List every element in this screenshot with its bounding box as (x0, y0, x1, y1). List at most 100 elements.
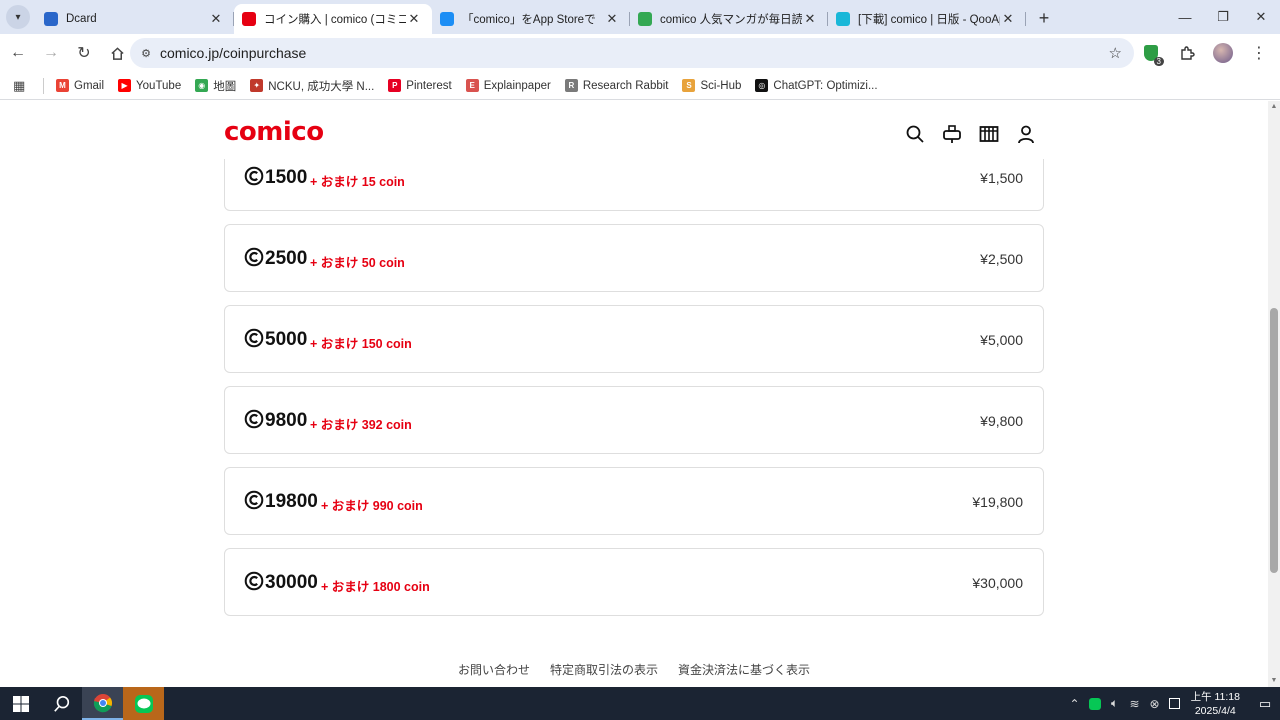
minimize-button[interactable]: — (1166, 0, 1204, 34)
scroll-up-arrow-icon[interactable]: ▲ (1270, 103, 1278, 111)
back-button[interactable]: ← (3, 38, 33, 68)
bookmark-item[interactable]: E Explainpaper (465, 79, 551, 92)
coin-icon (244, 247, 264, 267)
clock[interactable]: 上午 11:18 2025/4/4 (1191, 690, 1240, 718)
taskbar-chrome[interactable] (82, 687, 123, 720)
scroll-down-arrow-icon[interactable]: ▼ (1270, 677, 1278, 685)
tab-search-button[interactable]: ▾ (6, 5, 30, 29)
minimize-icon: — (1178, 9, 1192, 25)
browser-menu-button[interactable]: ⋮ (1244, 38, 1274, 68)
package-price: ¥1,500 (980, 170, 1023, 186)
web-page: comico 1500 + おまけ 15 coin ¥1,500 2500 + おまけ … (0, 101, 1268, 687)
reload-button[interactable]: ↻ (69, 38, 99, 68)
bookshelf-button[interactable] (976, 121, 1002, 147)
bookmark-item[interactable]: ◉ 地圖 (195, 78, 236, 94)
line-tray-icon[interactable] (1085, 694, 1105, 714)
page-scrollbar[interactable]: ▲ ▼ (1268, 101, 1280, 687)
browser-tab[interactable]: [下載] comico | 日版 - QooApp ✕ (828, 4, 1026, 34)
footer-link[interactable]: 資金決済法に基づく表示 (678, 661, 810, 678)
bookmark-item[interactable]: ◎ ChatGPT: Optimizi... (755, 79, 878, 92)
close-tab-icon[interactable]: ✕ (1000, 11, 1016, 27)
tab-favicon-icon (440, 12, 454, 26)
scrollbar-thumb[interactable] (1270, 308, 1278, 573)
package-price: ¥2,500 (980, 251, 1023, 267)
header-icons (902, 121, 1050, 147)
close-tab-icon[interactable]: ✕ (802, 11, 818, 27)
tab-title: 「comico」をApp Storeで (462, 14, 596, 26)
browser-tab[interactable]: コイン購入 | comico (コミコ) ✕ (234, 4, 432, 34)
coin-package[interactable]: 9800 + おまけ 392 coin ¥9,800 (224, 386, 1044, 454)
mailbox-button[interactable] (939, 121, 965, 147)
footer-links: お問い合わせ 特定商取引法の表示 資金決済法に基づく表示 (0, 661, 1268, 678)
coin-amount: 1500 (265, 167, 308, 188)
tab-title: Dcard (66, 13, 97, 25)
close-icon: ✕ (1255, 9, 1267, 24)
extension-shield-button[interactable]: 3 (1136, 38, 1166, 68)
coin-amount: 5000 (265, 329, 308, 350)
address-bar[interactable]: ⚙ comico.jp/coinpurchase ☆ (130, 38, 1134, 68)
search-button[interactable] (902, 121, 928, 147)
profile-button[interactable] (1208, 38, 1238, 68)
extensions-button[interactable] (1172, 38, 1202, 68)
bookmark-item[interactable]: P Pinterest (388, 79, 452, 92)
chrome-icon (93, 693, 112, 712)
browser-tab[interactable]: Dcard ✕ (36, 4, 234, 34)
close-window-button[interactable]: ✕ (1242, 0, 1280, 34)
close-tab-icon[interactable]: ✕ (406, 11, 422, 27)
extension-badge: 3 (1153, 57, 1164, 66)
search-icon (53, 695, 69, 712)
taskbar-search-button[interactable] (41, 687, 82, 720)
bookmark-favicon-icon: E (465, 79, 479, 92)
coin-package[interactable]: 19800 + おまけ 990 coin ¥19,800 (224, 467, 1044, 535)
bookmark-favicon-icon: M (56, 79, 69, 92)
tray-overflow-icon[interactable]: ⌃ (1065, 694, 1085, 714)
close-tab-icon[interactable]: ✕ (208, 11, 224, 27)
bonus-coin: + おまけ 392 coin (310, 418, 412, 432)
forward-button[interactable]: → (36, 38, 66, 68)
maximize-button[interactable]: ❐ (1204, 0, 1242, 34)
new-tab-button[interactable]: + (1032, 6, 1056, 30)
bookmark-divider (43, 77, 44, 94)
arrow-right-icon: → (43, 44, 59, 61)
taskbar-line[interactable] (123, 687, 164, 720)
apps-grid-icon[interactable]: ▦ (13, 78, 33, 94)
package-price: ¥30,000 (972, 575, 1023, 591)
bookmark-item[interactable]: R Research Rabbit (564, 79, 668, 92)
coin-amount: 19800 (265, 491, 318, 512)
input-method-icon[interactable] (1165, 694, 1185, 714)
site-info-icon[interactable]: ⚙ (132, 47, 160, 60)
comico-logo[interactable]: comico (224, 117, 324, 147)
coin-package[interactable]: 5000 + おまけ 150 coin ¥5,000 (224, 305, 1044, 373)
user-icon (1018, 125, 1034, 144)
bookmark-item[interactable]: M Gmail (56, 79, 104, 92)
bookmark-star-icon[interactable]: ☆ (1109, 44, 1122, 62)
wifi-icon[interactable]: ≋ (1125, 694, 1145, 714)
bookmark-item[interactable]: ▶ YouTube (118, 79, 181, 92)
network-status-icon[interactable]: ⊗ (1145, 694, 1165, 714)
coin-amount: 9800 (265, 410, 308, 431)
browser-tab[interactable]: comico 人気マンガが毎日読め ✕ (630, 4, 828, 34)
footer-link[interactable]: 特定商取引法の表示 (550, 661, 658, 678)
start-button[interactable] (0, 687, 41, 720)
windows-taskbar: ⌃ 🔈︎ ≋ ⊗ 上午 11:18 2025/4/4 ▭ (0, 687, 1280, 720)
footer-link[interactable]: お問い合わせ (458, 661, 530, 678)
bookmark-label: Gmail (74, 79, 105, 92)
notification-center-button[interactable]: ▭ (1250, 696, 1280, 712)
volume-icon[interactable]: 🔈︎ (1105, 694, 1125, 714)
bookmark-item[interactable]: S Sci-Hub (682, 79, 741, 92)
home-button[interactable] (102, 38, 132, 68)
coin-icon (244, 490, 264, 510)
close-tab-icon[interactable]: ✕ (604, 11, 620, 27)
tab-strip: ▾ Dcard ✕ コイン購入 | comico (コミコ) ✕ 「comico」をAp… (0, 0, 1280, 34)
bookmark-list: M Gmail ▶ YouTube ◉ 地圖 ✦ NCKU, 成功大學 N... P Pinter… (56, 78, 892, 94)
tab-favicon-icon (836, 12, 850, 26)
clock-date: 2025/4/4 (1194, 704, 1236, 717)
bookmark-label: ChatGPT: Optimizi... (773, 79, 878, 92)
puzzle-icon (1181, 46, 1195, 60)
coin-package[interactable]: 2500 + おまけ 50 coin ¥2,500 (224, 224, 1044, 292)
browser-tab[interactable]: 「comico」をApp Storeで ✕ (432, 4, 630, 34)
coin-package[interactable]: 30000 + おまけ 1800 coin ¥30,000 (224, 548, 1044, 616)
bookmark-label: 地圖 (213, 80, 237, 93)
account-button[interactable] (1013, 121, 1039, 147)
bookmark-item[interactable]: ✦ NCKU, 成功大學 N... (250, 78, 374, 94)
